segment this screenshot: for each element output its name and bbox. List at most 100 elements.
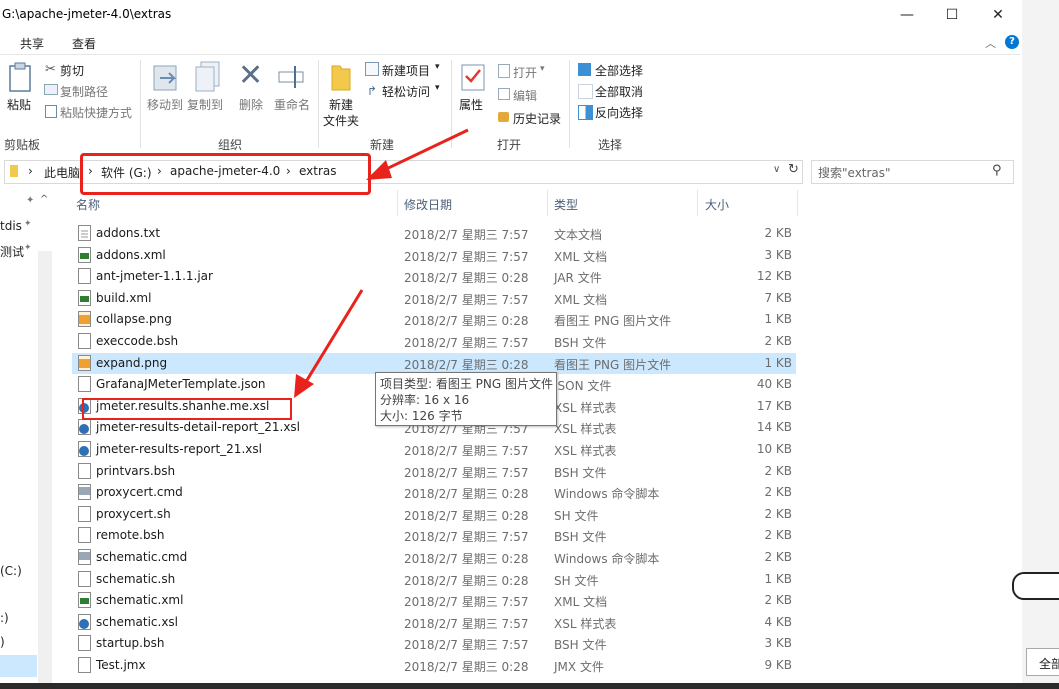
select-all-icon — [578, 63, 591, 76]
file-name: addons.txt — [96, 226, 161, 240]
file-type: XML 文档 — [554, 293, 608, 307]
column-header-type[interactable]: 类型 — [554, 196, 578, 213]
image-file-icon — [78, 311, 91, 327]
file-row[interactable]: proxycert.cmd 2018/2/7 星期三 0:28 Windows 命令… — [72, 482, 796, 503]
search-icon[interactable]: ⚲ — [992, 163, 1002, 178]
tab-share[interactable]: 共享 — [20, 35, 44, 52]
file-row[interactable]: jmeter-results-report_21.xsl 2018/2/7 星期三… — [72, 439, 796, 460]
file-name: build.xml — [96, 291, 152, 305]
file-date: 2018/2/7 星期三 0:28 — [404, 660, 529, 674]
tab-view[interactable]: 查看 — [72, 35, 96, 52]
minimize-button[interactable]: — — [884, 0, 930, 30]
easy-access-button[interactable]: 轻松访问 — [382, 83, 430, 100]
new-item-button[interactable]: 新建项目 — [382, 62, 430, 79]
file-size: 2 KB — [764, 464, 792, 478]
file-type: JMX 文件 — [554, 660, 604, 674]
history-button[interactable]: 历史记录 — [513, 110, 561, 127]
copy-to-icon — [193, 60, 223, 95]
select-all-side-button[interactable]: 全部 — [1026, 648, 1059, 676]
new-folder-icon — [330, 62, 352, 95]
properties-button[interactable]: 属性 — [459, 96, 483, 113]
file-size: 3 KB — [764, 636, 792, 650]
breadcrumb-this-pc[interactable]: 此电脑 — [44, 164, 80, 181]
new-folder-button[interactable]: 新建 — [329, 96, 353, 113]
cut-button[interactable]: 剪切 — [60, 62, 84, 79]
file-name: schematic.xml — [96, 593, 184, 607]
file-row[interactable]: schematic.xsl 2018/2/7 星期三 7:57 XSL 样式表 4 K… — [72, 612, 796, 633]
file-date: 2018/2/7 星期三 0:28 — [404, 574, 529, 588]
file-date: 2018/2/7 星期三 7:57 — [404, 466, 529, 480]
file-size: 2 KB — [764, 485, 792, 499]
watermark-stamp — [1012, 572, 1059, 600]
blank-file-icon — [78, 376, 91, 392]
rename-icon — [277, 62, 307, 95]
pin-icon: ✦ — [24, 219, 32, 229]
file-name: schematic.cmd — [96, 550, 188, 564]
file-size: 1 KB — [764, 572, 792, 586]
file-row[interactable]: printvars.bsh 2018/2/7 星期三 7:57 BSH 文件 2 KB — [72, 461, 796, 482]
file-name: schematic.sh — [96, 572, 176, 586]
invert-selection-button[interactable]: 反向选择 — [595, 104, 643, 121]
open-button[interactable]: 打开 — [513, 64, 537, 81]
select-all-button[interactable]: 全部选择 — [595, 62, 643, 79]
file-type: XML 文档 — [554, 595, 608, 609]
nav-item-test[interactable]: 测试 — [0, 243, 24, 260]
file-type: XSL 样式表 — [554, 401, 617, 415]
file-name: jmeter-results-report_21.xsl — [96, 442, 262, 456]
file-row[interactable]: remote.bsh 2018/2/7 星期三 7:57 BSH 文件 2 KB — [72, 525, 796, 546]
nav-scrollbar[interactable] — [38, 251, 52, 683]
column-header-name[interactable]: 名称 — [76, 196, 100, 213]
file-name: collapse.png — [96, 312, 172, 326]
maximize-button[interactable]: ☐ — [929, 0, 975, 30]
file-row[interactable]: proxycert.sh 2018/2/7 星期三 0:28 SH 文件 2 KB — [72, 504, 796, 525]
refresh-icon[interactable]: ↻ — [788, 162, 799, 177]
nav-item-drive-c[interactable]: (C:) — [0, 564, 22, 578]
nav-item-selected[interactable] — [0, 655, 37, 677]
file-type: BSH 文件 — [554, 466, 607, 480]
nav-item-drive[interactable]: ) — [0, 635, 5, 649]
nav-item-tdis[interactable]: tdis — [0, 219, 22, 233]
chevron-down-icon[interactable]: ∨ — [773, 164, 780, 175]
file-type: SH 文件 — [554, 509, 599, 523]
file-row[interactable]: Test.jmx 2018/2/7 星期三 0:28 JMX 文件 9 KB — [72, 655, 796, 676]
xml-file-icon — [78, 592, 91, 608]
copy-to-button[interactable]: 复制到 — [187, 96, 223, 113]
file-date: 2018/2/7 星期三 7:57 — [404, 444, 529, 458]
file-size: 2 KB — [764, 507, 792, 521]
file-date: 2018/2/7 星期三 7:57 — [404, 595, 529, 609]
delete-button[interactable]: 删除 — [239, 96, 263, 113]
file-size: 2 KB — [764, 334, 792, 348]
scroll-up-icon[interactable]: ^ — [40, 194, 48, 205]
copy-path-button[interactable]: 复制路径 — [60, 83, 108, 100]
annotation-arrows — [294, 128, 469, 398]
move-to-button[interactable]: 移动到 — [147, 96, 183, 113]
close-button[interactable]: ✕ — [975, 0, 1021, 30]
rename-button[interactable]: 重命名 — [274, 96, 310, 113]
help-icon[interactable]: ? — [1005, 35, 1019, 49]
select-none-icon — [578, 84, 593, 99]
pin-icon: ✦ — [24, 243, 32, 253]
paste-shortcut-button[interactable]: 粘贴快捷方式 — [60, 104, 132, 121]
file-date: 2018/2/7 星期三 0:28 — [404, 552, 529, 566]
paste-button[interactable] — [8, 62, 32, 95]
edit-icon — [498, 88, 510, 100]
image-file-icon — [78, 355, 91, 371]
blank-file-icon — [78, 463, 91, 479]
paste-shortcut-icon — [45, 105, 57, 118]
file-row[interactable]: schematic.cmd 2018/2/7 星期三 0:28 Windows 命令… — [72, 547, 796, 568]
column-header-size[interactable]: 大小 — [705, 196, 729, 213]
file-row[interactable]: startup.bsh 2018/2/7 星期三 7:57 BSH 文件 3 KB — [72, 633, 796, 654]
delete-icon: ✕ — [238, 58, 264, 93]
file-date: 2018/2/7 星期三 7:57 — [404, 530, 529, 544]
group-organize-label: 组织 — [218, 138, 243, 152]
select-all-side-label: 全部 — [1039, 657, 1059, 671]
file-row[interactable]: schematic.xml 2018/2/7 星期三 7:57 XML 文档 2 KB — [72, 590, 796, 611]
collapse-ribbon-icon[interactable]: ︿ — [985, 35, 996, 51]
file-row[interactable]: schematic.sh 2018/2/7 星期三 0:28 SH 文件 1 KB — [72, 569, 796, 590]
select-none-button[interactable]: 全部取消 — [595, 83, 643, 100]
edit-button[interactable]: 编辑 — [513, 87, 537, 104]
chevron-down-icon: ▾ — [540, 64, 545, 74]
cut-icon: ✂ — [45, 62, 56, 77]
nav-item-drive[interactable]: :) — [0, 611, 9, 625]
divider — [797, 190, 798, 216]
